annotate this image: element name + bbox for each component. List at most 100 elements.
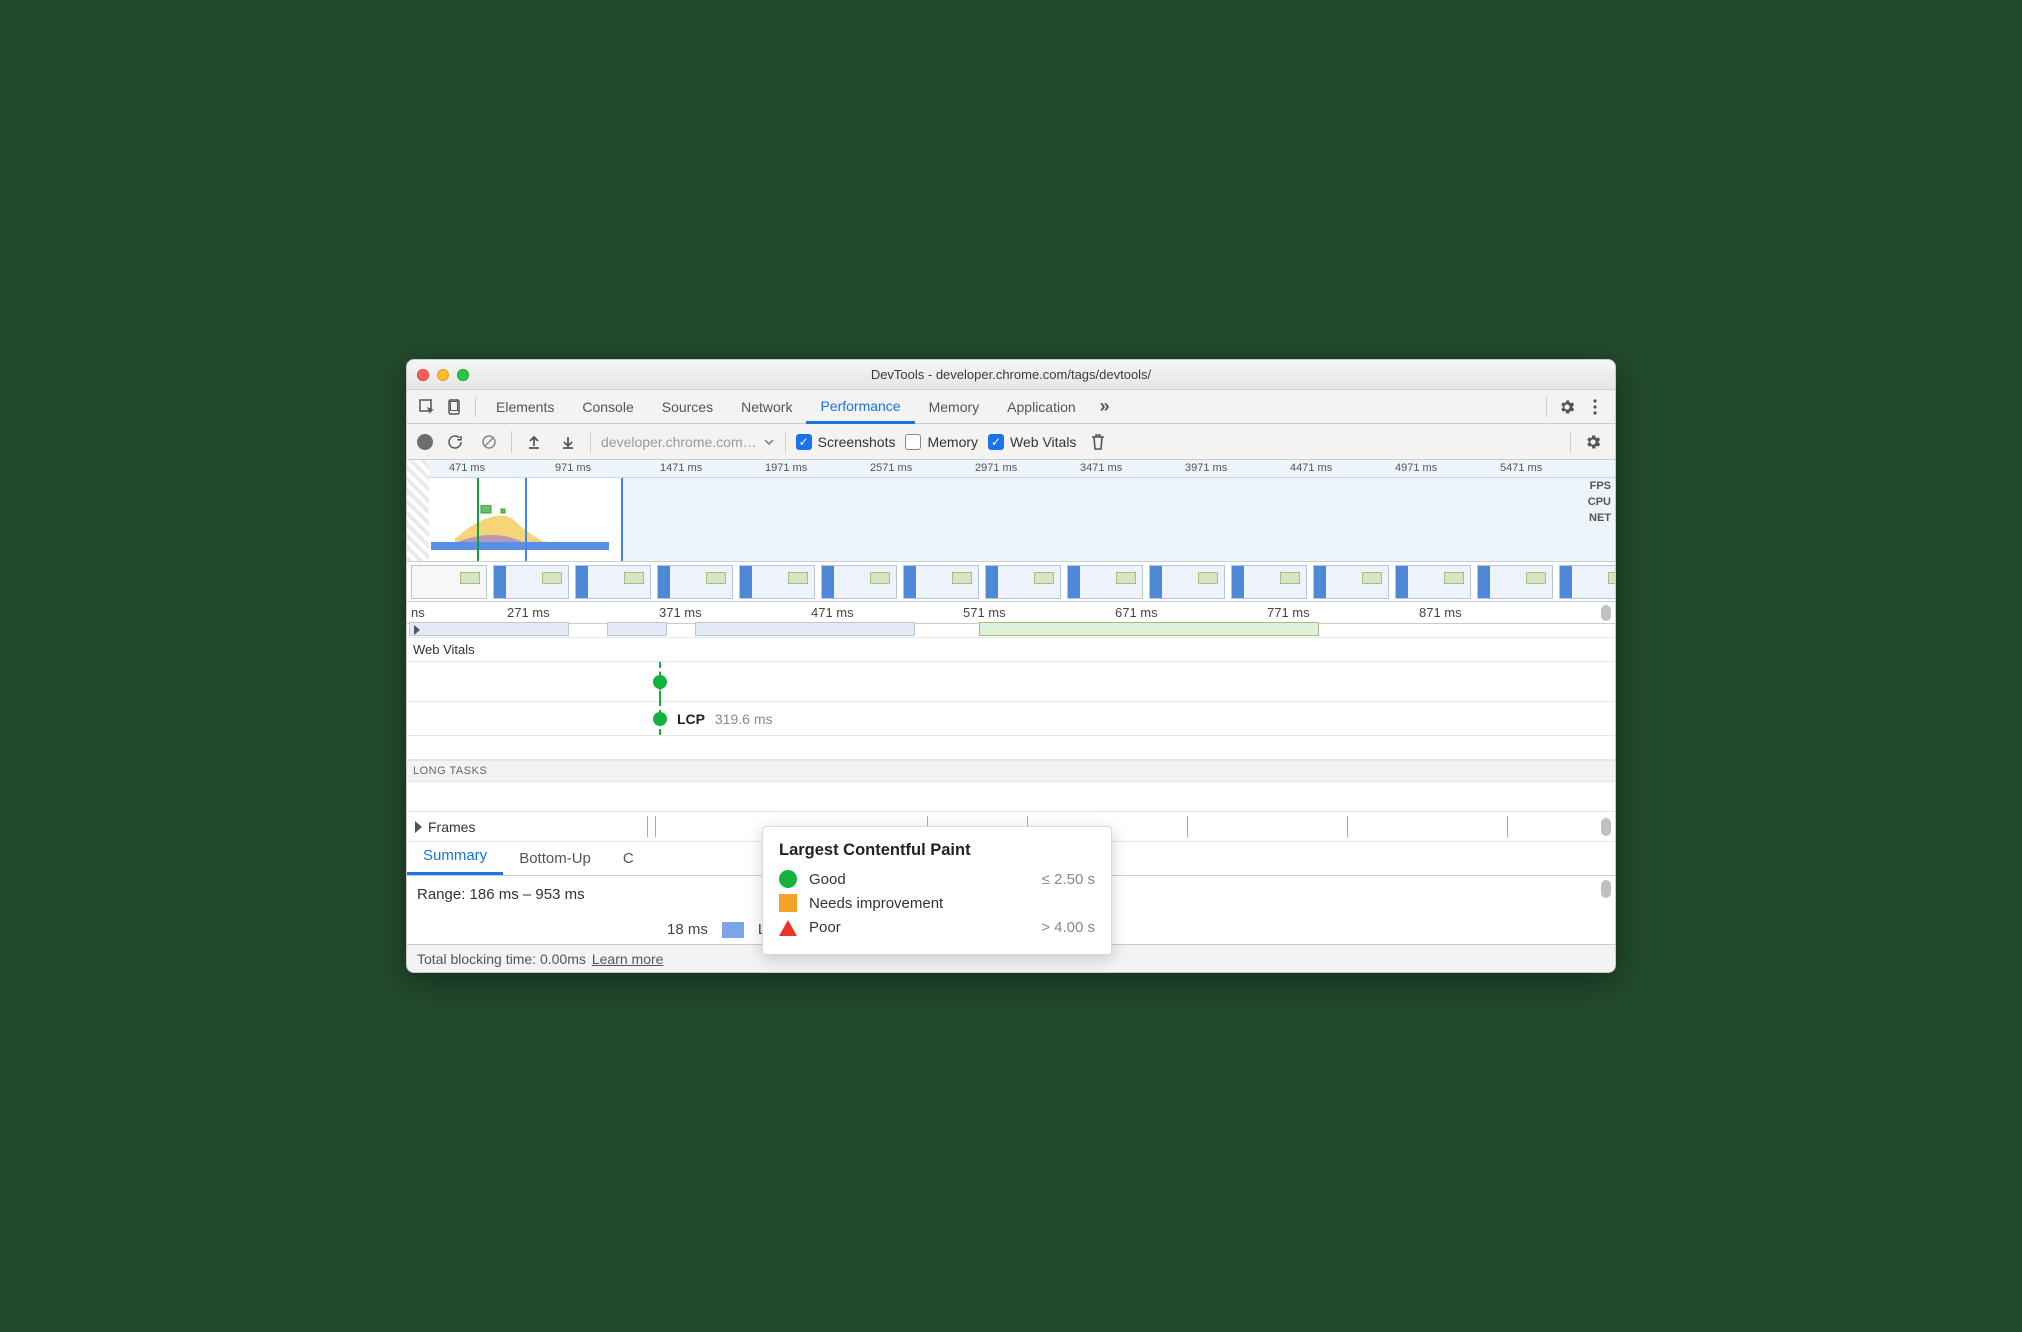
webvitals-lane-lcp[interactable]: LCP 319.6 ms — [407, 702, 1615, 736]
learn-more-link[interactable]: Learn more — [592, 951, 664, 967]
screenshot-thumb[interactable] — [575, 565, 651, 599]
tab-memory[interactable]: Memory — [915, 390, 994, 424]
webvitals-lane-fcp[interactable] — [407, 662, 1615, 702]
tab-calltree[interactable]: C — [607, 842, 650, 875]
net-bar — [431, 542, 609, 550]
kebab-menu-icon[interactable] — [1581, 393, 1609, 421]
needs-square-icon — [779, 894, 797, 912]
screenshot-thumb[interactable] — [1313, 565, 1389, 599]
settings-gear-icon[interactable] — [1553, 393, 1581, 421]
longtasks-lane[interactable] — [407, 782, 1615, 812]
screenshots-strip[interactable] — [407, 562, 1615, 602]
ruler-tick: 471 ms — [449, 462, 485, 474]
webvitals-section-title[interactable]: Web Vitals — [407, 638, 1615, 662]
threshold-label: Poor — [809, 919, 841, 936]
panel-tabs: Elements Console Sources Network Perform… — [407, 390, 1615, 424]
checkbox-checked-icon: ✓ — [988, 434, 1004, 450]
screenshots-label: Screenshots — [818, 434, 896, 450]
good-circle-icon — [779, 870, 797, 888]
tab-summary[interactable]: Summary — [407, 839, 503, 875]
screenshot-thumb[interactable] — [1477, 565, 1553, 599]
device-toggle-icon[interactable] — [441, 393, 469, 421]
ruler-tick: 3971 ms — [1185, 462, 1227, 474]
screenshot-thumb[interactable] — [493, 565, 569, 599]
tbt-text: Total blocking time: 0.00ms — [417, 951, 586, 967]
tab-elements[interactable]: Elements — [482, 390, 568, 424]
record-button[interactable] — [417, 434, 433, 450]
titlebar: DevTools - developer.chrome.com/tags/dev… — [407, 360, 1615, 390]
ruler-tick: 771 ms — [1267, 605, 1310, 620]
screenshot-thumb[interactable] — [1559, 565, 1615, 599]
screenshot-thumb[interactable] — [1395, 565, 1471, 599]
network-request[interactable] — [695, 622, 915, 636]
lcp-label: LCP 319.6 ms — [677, 711, 772, 727]
loading-ms: 18 ms — [667, 921, 708, 938]
scrollbar-thumb[interactable] — [1601, 818, 1611, 836]
clear-icon[interactable] — [477, 430, 501, 454]
tab-bottomup[interactable]: Bottom-Up — [503, 842, 607, 875]
ruler-tick: 471 ms — [811, 605, 854, 620]
bottom-panel: Largest Contentful Paint Good ≤ 2.50 s N… — [407, 842, 1615, 944]
network-track[interactable] — [407, 624, 1615, 638]
download-icon[interactable] — [556, 430, 580, 454]
screenshot-thumb[interactable] — [1067, 565, 1143, 599]
recording-selector[interactable]: developer.chrome.com… — [601, 434, 775, 450]
ruler-tick: 4971 ms — [1395, 462, 1437, 474]
network-request[interactable] — [409, 622, 569, 636]
memory-checkbox[interactable]: Memory — [905, 434, 978, 450]
threshold-label: Good — [809, 871, 846, 888]
ruler-tick: 571 ms — [963, 605, 1006, 620]
ruler-tick: 1971 ms — [765, 462, 807, 474]
tab-sources[interactable]: Sources — [648, 390, 727, 424]
screenshot-thumb[interactable] — [739, 565, 815, 599]
net-label: NET — [1589, 512, 1611, 524]
selection-end-marker — [621, 478, 623, 561]
good-dot-icon[interactable] — [653, 712, 667, 726]
overview-hatch — [407, 460, 429, 561]
screenshot-thumb[interactable] — [1231, 565, 1307, 599]
ruler-tick: 671 ms — [1115, 605, 1158, 620]
webvitals-label: Web Vitals — [1010, 434, 1076, 450]
poor-triangle-icon — [779, 918, 797, 936]
capture-settings-gear-icon[interactable] — [1581, 430, 1605, 454]
reload-icon[interactable] — [443, 430, 467, 454]
network-request[interactable] — [607, 622, 667, 636]
tab-console[interactable]: Console — [568, 390, 647, 424]
detail-ruler[interactable]: ns 271 ms 371 ms 471 ms 571 ms 671 ms 77… — [407, 602, 1615, 624]
network-request[interactable] — [979, 622, 1319, 636]
tab-performance[interactable]: Performance — [806, 390, 914, 424]
tooltip-row-good: Good ≤ 2.50 s — [779, 870, 1095, 888]
screenshots-checkbox[interactable]: ✓ Screenshots — [796, 434, 896, 450]
chevron-down-icon — [763, 436, 775, 448]
tab-network[interactable]: Network — [727, 390, 806, 424]
trash-icon[interactable] — [1086, 430, 1110, 454]
overview-timeline[interactable]: 471 ms 971 ms 1471 ms 1971 ms 2571 ms 29… — [407, 460, 1615, 562]
flame-tracks[interactable]: Web Vitals LCP 319.6 ms LONG TASKS Frame… — [407, 624, 1615, 842]
ruler-tick: 5471 ms — [1500, 462, 1542, 474]
screenshot-thumb[interactable] — [821, 565, 897, 599]
scrollbar-thumb[interactable] — [1601, 880, 1611, 898]
threshold-value: ≤ 2.50 s — [1042, 871, 1095, 888]
fcp-marker — [477, 478, 479, 561]
ruler-start: ns — [411, 605, 425, 620]
inspect-icon[interactable] — [413, 393, 441, 421]
screenshot-thumb[interactable] — [903, 565, 979, 599]
devtools-window: DevTools - developer.chrome.com/tags/dev… — [406, 359, 1616, 973]
screenshot-thumb[interactable] — [1149, 565, 1225, 599]
webvitals-checkbox[interactable]: ✓ Web Vitals — [988, 434, 1076, 450]
tooltip-row-needs: Needs improvement — [779, 894, 1095, 912]
scrollbar-thumb[interactable] — [1601, 605, 1611, 621]
longtasks-section-title[interactable]: LONG TASKS — [407, 760, 1615, 782]
expand-triangle-icon[interactable] — [415, 821, 422, 833]
upload-icon[interactable] — [522, 430, 546, 454]
metric-name: LCP — [677, 711, 705, 727]
more-tabs-icon[interactable]: » — [1090, 396, 1114, 417]
tab-application[interactable]: Application — [993, 390, 1090, 424]
screenshot-thumb[interactable] — [657, 565, 733, 599]
screenshot-thumb[interactable] — [411, 565, 487, 599]
overview-ruler: 471 ms 971 ms 1471 ms 1971 ms 2571 ms 29… — [407, 460, 1615, 478]
window-title: DevTools - developer.chrome.com/tags/dev… — [407, 367, 1615, 382]
screenshot-thumb[interactable] — [985, 565, 1061, 599]
webvitals-lane-empty[interactable] — [407, 736, 1615, 760]
memory-label: Memory — [927, 434, 978, 450]
